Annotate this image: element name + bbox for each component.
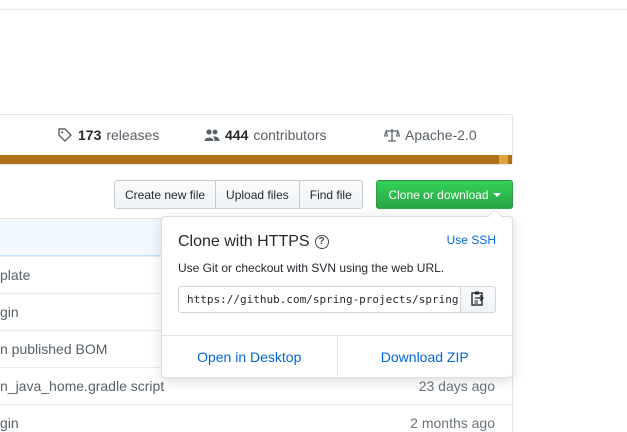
clone-url-input[interactable]: https://github.com/spring-projects/sprin…	[178, 286, 461, 313]
clone-description: Use Git or checkout with SVN using the w…	[178, 261, 445, 275]
contributors-count: 444	[225, 127, 249, 143]
clone-dropdown-title: Clone with HTTPS ?	[178, 233, 329, 251]
commit-message[interactable]: gin	[0, 415, 19, 431]
use-ssh-link[interactable]: Use SSH	[447, 233, 496, 247]
language-bar-segment-secondary	[499, 155, 508, 164]
contributors-label: contributors	[253, 127, 327, 143]
header-divider	[0, 9, 627, 10]
open-in-desktop-button[interactable]: Open in Desktop	[162, 336, 337, 377]
language-bar[interactable]	[0, 155, 512, 164]
copy-url-button[interactable]	[460, 286, 496, 313]
clone-url-group: https://github.com/spring-projects/sprin…	[178, 286, 497, 313]
clone-dropdown-footer: Open in Desktop Download ZIP	[162, 335, 512, 377]
repo-summary: 173 releases 444 contributors Apache-2.0	[0, 114, 513, 165]
question-icon[interactable]: ?	[314, 235, 329, 249]
clipboard-icon	[471, 290, 485, 309]
upload-files-button[interactable]: Upload files	[215, 180, 300, 209]
license-label: Apache-2.0	[405, 127, 477, 143]
license-stat[interactable]: Apache-2.0	[384, 127, 477, 143]
releases-count: 173	[78, 127, 102, 143]
releases-stat[interactable]: 173 releases	[57, 127, 159, 143]
commit-age: 23 days ago	[418, 378, 495, 394]
commit-message[interactable]: plate	[0, 267, 30, 283]
law-icon	[384, 127, 400, 143]
clone-dropdown: Clone with HTTPS ? Use SSH Use Git or ch…	[161, 209, 513, 378]
table-row[interactable]: gin 2 months ago	[0, 404, 512, 432]
commit-message[interactable]: n published BOM	[0, 341, 107, 357]
people-icon	[204, 127, 220, 143]
find-file-button[interactable]: Find file	[298, 180, 363, 209]
file-actions-group: Create new file Upload files Find file	[114, 180, 363, 209]
commit-message[interactable]: gin	[0, 304, 19, 320]
create-new-file-button[interactable]: Create new file	[114, 180, 217, 209]
caret-down-icon	[492, 193, 501, 197]
tag-icon	[57, 127, 73, 143]
commit-age: 2 months ago	[410, 415, 495, 431]
download-zip-button[interactable]: Download ZIP	[336, 336, 513, 377]
commit-message[interactable]: n_java_home.gradle script	[0, 378, 164, 394]
clone-or-download-label: Clone or download	[388, 187, 489, 202]
releases-label: releases	[106, 127, 160, 143]
clone-title-text: Clone with HTTPS	[178, 233, 310, 250]
contributors-stat[interactable]: 444 contributors	[204, 127, 327, 143]
